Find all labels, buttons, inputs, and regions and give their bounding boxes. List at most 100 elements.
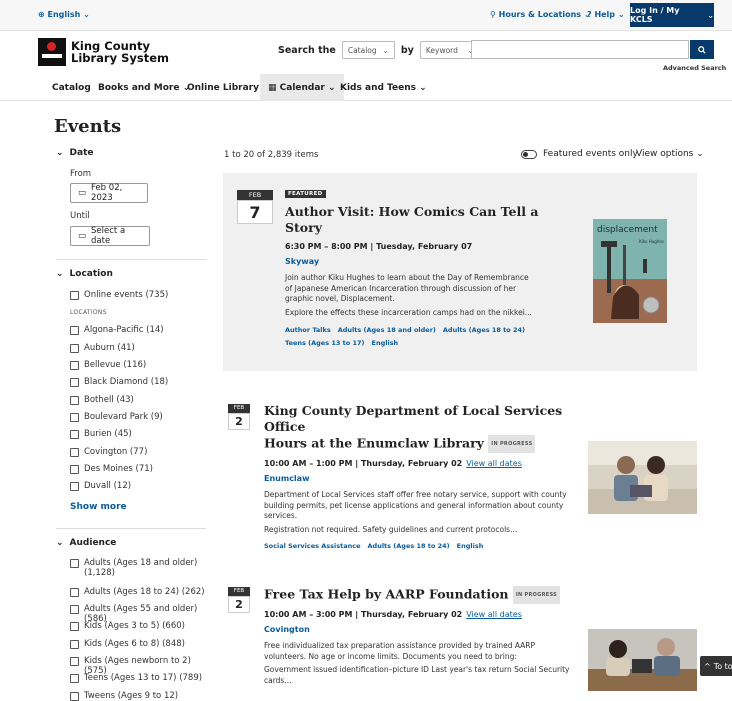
checkbox[interactable] — [70, 291, 79, 300]
tag-link[interactable]: English — [372, 339, 399, 347]
checkbox[interactable] — [70, 482, 79, 491]
filter-location[interactable]: Auburn (41) — [70, 343, 135, 353]
checkbox[interactable] — [70, 605, 79, 614]
checkbox[interactable] — [70, 448, 79, 457]
filter-location[interactable]: Burien (45) — [70, 429, 132, 439]
until-date-button[interactable]: ▭ Select a date — [70, 226, 150, 246]
language-selector[interactable]: ⊕ English ⌄ — [38, 10, 90, 19]
nav-online-library[interactable]: Online Library ⌄ — [187, 74, 270, 101]
facet-audience-toggle[interactable]: ⌄ Audience — [56, 538, 116, 548]
search-label: Search the — [278, 44, 336, 56]
filter-audience[interactable]: Kids (Ages 3 to 5) (660) — [70, 621, 185, 631]
filter-location[interactable]: Boulevard Park (9) — [70, 412, 163, 422]
people-photo-illustration — [588, 441, 697, 514]
chevron-down-icon: ⌄ — [617, 10, 625, 19]
search-input[interactable] — [471, 40, 689, 59]
chevron-down-icon: ⌄ — [83, 10, 90, 19]
event-location[interactable]: Enumclaw — [264, 474, 584, 483]
advanced-search-link[interactable]: Advanced Search — [663, 64, 726, 72]
nav-catalog[interactable]: Catalog — [52, 74, 91, 101]
checkbox[interactable] — [70, 622, 79, 631]
checkbox[interactable] — [70, 378, 79, 387]
from-date-button[interactable]: ▭ Feb 02, 2023 — [70, 183, 148, 203]
tag-link[interactable]: Adults (Ages 18 to 24) — [368, 542, 450, 550]
page-title: Events — [54, 116, 122, 137]
checkbox[interactable] — [70, 588, 79, 597]
back-to-top-button[interactable]: ^ To to — [700, 656, 732, 676]
checkbox[interactable] — [70, 326, 79, 335]
filter-location[interactable]: Black Diamond (18) — [70, 377, 168, 387]
checkbox[interactable] — [70, 640, 79, 649]
book-cover-image[interactable]: displacement Kiku Hughes — [593, 219, 667, 323]
chevron-down-icon: ⌄ — [56, 269, 64, 279]
checkbox[interactable] — [70, 674, 79, 683]
calendar-icon: ▦ — [268, 82, 280, 93]
toggle-switch[interactable] — [521, 149, 537, 159]
hours-locations-link[interactable]: ⚲ Hours & Locations ⌄ — [490, 10, 591, 19]
filter-audience[interactable]: Adults (Ages 18 to 24) (262) — [70, 587, 205, 597]
event-title[interactable]: Author Visit: How Comics Can Tell a Stor… — [285, 204, 575, 236]
filter-audience[interactable]: Kids (Ages 6 to 8) (848) — [70, 639, 185, 649]
in-progress-badge: IN PROGRESS — [512, 586, 561, 604]
chevron-up-icon: ^ — [704, 661, 711, 671]
checkbox[interactable] — [70, 430, 79, 439]
tag-link[interactable]: Author Talks — [285, 326, 331, 334]
view-all-dates-link[interactable]: View all dates — [466, 459, 522, 468]
checkbox[interactable] — [70, 559, 79, 568]
checkbox[interactable] — [70, 361, 79, 370]
event-description-more: Registration not required. Safety guidel… — [264, 524, 518, 534]
facet-date-toggle[interactable]: ⌄ Date — [56, 148, 94, 158]
help-icon: ? — [587, 10, 592, 19]
search-scope-select[interactable]: Catalog ⌄ — [341, 41, 395, 59]
event-location[interactable]: Skyway — [285, 257, 575, 266]
login-button[interactable]: Log In / My KCLS ⌄ — [630, 3, 714, 27]
filter-location[interactable]: Bothell (43) — [70, 395, 134, 405]
book-cover-title: displacement — [597, 225, 658, 235]
filter-location[interactable]: Algona-Pacific (14) — [70, 325, 164, 335]
until-label: Until — [70, 211, 90, 221]
filter-audience[interactable]: Adults (Ages 18 and older) (1,128) — [70, 558, 197, 578]
checkbox[interactable] — [70, 396, 79, 405]
event-item: Author Visit: How Comics Can Tell a Stor… — [285, 204, 575, 350]
filter-location[interactable]: Covington (77) — [70, 447, 147, 457]
tag-link[interactable]: English — [457, 542, 484, 550]
filter-audience[interactable]: Teens (Ages 13 to 17) (789) — [70, 673, 202, 683]
tag-link[interactable]: Teens (Ages 13 to 17) — [285, 339, 365, 347]
event-description: Join author Kiku Hughes to learn about t… — [285, 273, 529, 303]
tag-link[interactable]: Adults (Ages 18 and older) — [338, 326, 436, 334]
view-options-menu[interactable]: View options ⌄ — [636, 149, 704, 159]
event-location[interactable]: Covington — [264, 625, 584, 634]
checkbox[interactable] — [70, 465, 79, 474]
search-button[interactable] — [690, 40, 714, 59]
nav-calendar[interactable]: ▦ Calendar ⌄ — [260, 74, 344, 101]
filter-location[interactable]: Bellevue (116) — [70, 360, 146, 370]
filter-audience[interactable]: Tweens (Ages 9 to 12) (1,006) — [70, 691, 206, 701]
help-menu[interactable]: ? Help ⌄ — [587, 10, 625, 19]
nav-kids-and-teens[interactable]: Kids and Teens ⌄ — [340, 74, 427, 101]
tag-link[interactable]: Adults (Ages 18 to 24) — [443, 326, 525, 334]
view-all-dates-link[interactable]: View all dates — [466, 610, 522, 619]
show-more-locations[interactable]: Show more — [70, 502, 127, 512]
filter-location[interactable]: Des Moines (71) — [70, 464, 153, 474]
checkbox[interactable] — [70, 344, 79, 353]
event-photo[interactable] — [588, 629, 697, 691]
chevron-down-icon: ⌄ — [707, 10, 714, 20]
tag-link[interactable]: Social Services Assistance — [264, 542, 361, 550]
nav-books-and-more[interactable]: Books and More ⌄ — [98, 74, 190, 101]
event-photo[interactable] — [588, 441, 697, 514]
globe-icon: ⊕ — [38, 10, 45, 19]
checkbox[interactable] — [70, 692, 79, 701]
event-title[interactable]: Free Tax Help by AARP Foundation IN PROG… — [264, 586, 584, 604]
filter-online-events[interactable]: Online events (735) — [70, 290, 168, 300]
event-title[interactable]: King County Department of Local Services… — [264, 403, 584, 453]
library-logo[interactable]: King County Library System — [38, 38, 169, 66]
featured-only-toggle[interactable]: Featured events only — [521, 149, 638, 159]
filter-location[interactable]: Duvall (12) — [70, 481, 131, 491]
chevron-down-icon: ⌄ — [324, 82, 336, 93]
chevron-down-icon: ⌄ — [382, 45, 389, 55]
checkbox[interactable] — [70, 657, 79, 666]
in-progress-badge: IN PROGRESS — [488, 435, 536, 453]
event-tags: Social Services Assistance Adults (Ages 1… — [264, 540, 584, 553]
checkbox[interactable] — [70, 413, 79, 422]
facet-location-toggle[interactable]: ⌄ Location — [56, 269, 113, 279]
